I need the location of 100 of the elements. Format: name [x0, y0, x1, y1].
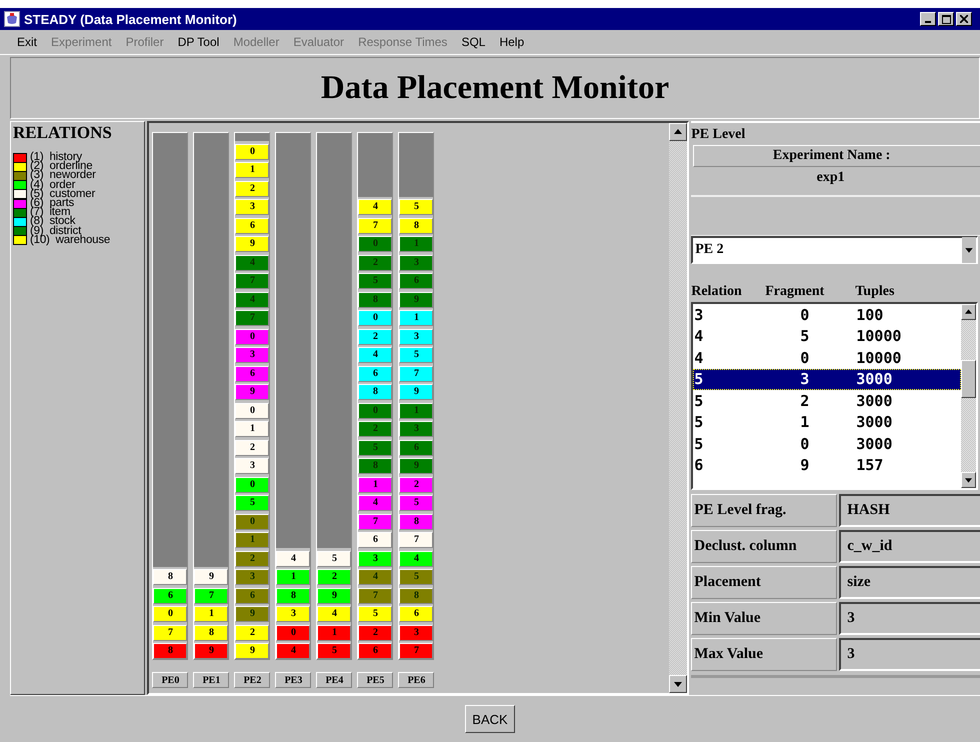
fragment-block[interactable]: 2: [358, 624, 392, 640]
fragment-block[interactable]: 4: [358, 199, 392, 215]
fragment-block[interactable]: 8: [153, 643, 188, 659]
fragment-block[interactable]: 7: [153, 624, 188, 640]
fragment-block[interactable]: 7: [358, 514, 392, 530]
fragment-block[interactable]: 6: [235, 218, 270, 234]
menu-item[interactable]: DP Tool: [170, 35, 226, 49]
fragment-block[interactable]: 0: [235, 514, 270, 530]
pe-label[interactable]: PE3: [275, 672, 312, 688]
fragment-block[interactable]: 8: [194, 624, 228, 640]
back-button[interactable]: BACK: [465, 705, 515, 733]
fragment-block[interactable]: 3: [235, 347, 270, 363]
fragment-block[interactable]: 2: [358, 328, 392, 344]
pe-label[interactable]: PE5: [357, 672, 394, 688]
scroll-up-icon[interactable]: [961, 304, 976, 320]
fragment-block[interactable]: 6: [358, 532, 392, 548]
fragment-block[interactable]: 0: [358, 310, 392, 326]
scroll-down-icon[interactable]: [961, 472, 976, 488]
list-row[interactable]: 5 3 3000: [693, 368, 961, 390]
fragment-block[interactable]: 5: [235, 495, 270, 511]
fragment-block[interactable]: 6: [358, 643, 392, 659]
fragment-block[interactable]: 6: [358, 366, 392, 382]
list-row[interactable]: 4 5 10000: [693, 326, 961, 347]
menu-item[interactable]: Exit: [10, 35, 44, 49]
scroll-thumb[interactable]: [961, 360, 976, 398]
fragment-block[interactable]: 2: [235, 440, 270, 456]
fragment-block[interactable]: 3: [235, 458, 270, 474]
fragment-block[interactable]: 9: [235, 643, 270, 659]
fragment-block[interactable]: 0: [235, 328, 270, 344]
pe-label[interactable]: PE4: [316, 672, 352, 688]
fragment-block[interactable]: 4: [358, 569, 392, 585]
fragment-block[interactable]: 8: [358, 384, 392, 400]
menu-item[interactable]: SQL: [454, 35, 492, 49]
list-row[interactable]: 6 9 157: [693, 454, 961, 476]
fragment-block[interactable]: 6: [153, 588, 188, 604]
fragment-block[interactable]: 7: [399, 532, 434, 548]
fragment-block[interactable]: 1: [276, 569, 310, 585]
fragment-block[interactable]: 9: [235, 384, 270, 400]
minimize-button[interactable]: [920, 12, 936, 26]
fragment-block[interactable]: 4: [276, 643, 310, 659]
fragment-block[interactable]: 2: [399, 476, 434, 492]
fragment-block[interactable]: 8: [399, 588, 434, 604]
fragment-block[interactable]: 5: [399, 347, 434, 363]
fragment-block[interactable]: 2: [235, 180, 270, 196]
fragment-block[interactable]: 1: [235, 532, 270, 548]
fragment-block[interactable]: 5: [358, 606, 392, 622]
fragment-block[interactable]: 8: [276, 588, 310, 604]
fragment-block[interactable]: 1: [317, 624, 352, 640]
fragment-block[interactable]: 0: [235, 476, 270, 492]
fragment-block[interactable]: 3: [399, 328, 434, 344]
fragment-block[interactable]: 3: [399, 624, 434, 640]
fragment-block[interactable]: 4: [399, 550, 434, 566]
fragment-block[interactable]: 5: [399, 199, 434, 215]
fragment-block[interactable]: 7: [399, 366, 434, 382]
fragment-block[interactable]: 5: [317, 550, 352, 566]
fragment-block[interactable]: 0: [235, 144, 270, 160]
maximize-button[interactable]: [938, 12, 954, 26]
list-row[interactable]: 5 1 3000: [693, 412, 961, 433]
fragment-block[interactable]: 7: [358, 218, 392, 234]
fragment-block[interactable]: 7: [358, 588, 392, 604]
fragment-block[interactable]: 9: [194, 569, 228, 585]
fragment-block[interactable]: 9: [194, 643, 228, 659]
fragment-block[interactable]: 9: [235, 606, 270, 622]
fragment-block[interactable]: 8: [399, 218, 434, 234]
fragment-block[interactable]: 3: [358, 550, 392, 566]
pe-dropdown[interactable]: PE 2: [691, 236, 978, 264]
fragment-block[interactable]: 3: [235, 569, 270, 585]
pe-label[interactable]: PE0: [152, 672, 188, 688]
fragment-block[interactable]: 0: [153, 606, 188, 622]
fragment-block[interactable]: 5: [399, 495, 434, 511]
menu-item[interactable]: Help: [492, 35, 532, 49]
list-row[interactable]: 3 0 100: [693, 304, 961, 326]
fragment-block[interactable]: 5: [399, 569, 434, 585]
fragment-block[interactable]: 4: [358, 495, 392, 511]
fragment-block[interactable]: 9: [399, 384, 434, 400]
fragment-block[interactable]: 2: [235, 550, 270, 566]
fragment-block[interactable]: 6: [235, 366, 270, 382]
fragment-block[interactable]: 7: [399, 643, 434, 659]
pe-label[interactable]: PE1: [193, 672, 230, 688]
fragment-block[interactable]: 2: [235, 624, 270, 640]
list-row[interactable]: 5 0 3000: [693, 433, 961, 454]
fragment-block[interactable]: 6: [235, 588, 270, 604]
list-row[interactable]: 4 0 10000: [693, 347, 961, 368]
fragment-block[interactable]: 3: [235, 199, 270, 215]
fragment-block[interactable]: 1: [399, 310, 434, 326]
fragment-block[interactable]: 8: [153, 569, 188, 585]
fragment-block[interactable]: 4: [276, 550, 310, 566]
scrollbar[interactable]: [669, 123, 688, 693]
fragment-block[interactable]: 9: [317, 588, 352, 604]
pe-label[interactable]: PE6: [398, 672, 434, 688]
fragment-block[interactable]: 6: [399, 606, 434, 622]
fragment-block[interactable]: 4: [358, 347, 392, 363]
fragment-block[interactable]: 0: [235, 402, 270, 418]
fragment-block[interactable]: 2: [317, 569, 352, 585]
fragment-block[interactable]: 1: [358, 476, 392, 492]
fragment-block[interactable]: 1: [235, 421, 270, 437]
pe-label[interactable]: PE2: [234, 672, 270, 688]
close-button[interactable]: [956, 12, 972, 26]
fragment-block[interactable]: 8: [399, 514, 434, 530]
list-row[interactable]: 5 2 3000: [693, 390, 961, 412]
